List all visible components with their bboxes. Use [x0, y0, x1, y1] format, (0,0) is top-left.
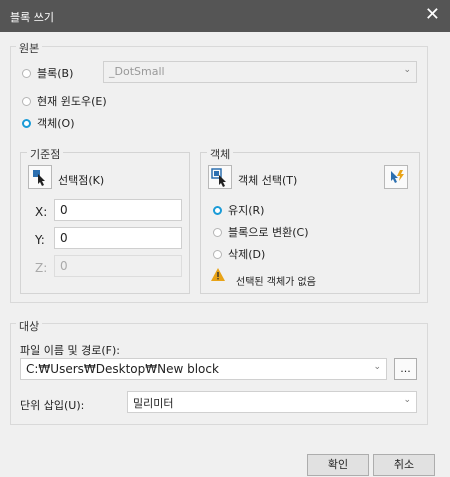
- browse-button[interactable]: ...: [394, 358, 417, 380]
- y-label: Y:: [35, 233, 45, 247]
- units-label: 단위 삽입(U):: [20, 399, 85, 412]
- file-path-label: 파일 이름 및 경로(F):: [20, 344, 120, 357]
- radio-objects[interactable]: 객체(O): [22, 115, 74, 131]
- radio-retain-label: 유지(R): [228, 204, 265, 217]
- radio-convert-to-block[interactable]: 블록으로 변환(C): [213, 224, 308, 240]
- title-bar: 블록 쓰기 ✕: [0, 0, 450, 32]
- block-name-value: _DotSmall: [109, 65, 165, 78]
- radio-current-window-indicator[interactable]: [22, 96, 31, 106]
- objects-legend: 객체: [207, 146, 234, 162]
- radio-current-window[interactable]: 현재 윈도우(E): [22, 93, 107, 109]
- radio-convert-label: 블록으로 변환(C): [228, 226, 309, 239]
- warning-icon: [211, 268, 225, 281]
- z-label: Z:: [35, 261, 48, 275]
- quick-select-button[interactable]: [384, 165, 408, 189]
- close-icon[interactable]: ✕: [425, 5, 440, 25]
- file-path-value[interactable]: C:₩Users₩Desktop₩New block: [26, 362, 219, 376]
- radio-delete-label: 삭제(D): [228, 248, 266, 261]
- select-objects-icon: [211, 168, 226, 187]
- no-selection-warning: 선택된 객체가 없음: [236, 277, 316, 288]
- radio-retain-indicator[interactable]: [213, 205, 222, 215]
- units-value: 밀리미터: [133, 397, 174, 410]
- units-select[interactable]: 밀리미터 ⌄: [127, 391, 417, 413]
- ok-button[interactable]: 확인: [307, 454, 369, 476]
- x-input[interactable]: 0: [54, 199, 182, 221]
- radio-block-indicator[interactable]: [22, 68, 31, 78]
- radio-delete[interactable]: 삭제(D): [213, 246, 265, 262]
- radio-objects-indicator[interactable]: [22, 118, 31, 128]
- basepoint-legend: 기준점: [27, 146, 64, 162]
- chevron-down-icon: ⌄: [403, 65, 411, 75]
- file-path-combo[interactable]: C:₩Users₩Desktop₩New block ⌄: [20, 358, 387, 380]
- pick-point-label: 선택점(K): [58, 174, 105, 187]
- radio-block[interactable]: 블록(B): [22, 65, 73, 81]
- radio-current-window-label: 현재 윈도우(E): [37, 95, 107, 108]
- chevron-down-icon[interactable]: ⌄: [403, 395, 411, 405]
- cancel-button[interactable]: 취소: [373, 454, 435, 476]
- radio-block-label: 블록(B): [37, 67, 74, 80]
- radio-convert-indicator[interactable]: [213, 227, 222, 237]
- source-legend: 원본: [16, 40, 43, 56]
- destination-legend: 대상: [16, 318, 43, 334]
- chevron-down-icon[interactable]: ⌄: [373, 362, 381, 372]
- block-name-select: _DotSmall ⌄: [103, 61, 417, 83]
- window-title: 블록 쓰기: [10, 11, 54, 24]
- select-objects-button[interactable]: [208, 165, 232, 189]
- radio-delete-indicator[interactable]: [213, 249, 222, 259]
- radio-retain[interactable]: 유지(R): [213, 202, 264, 218]
- z-input: 0: [54, 255, 182, 277]
- x-label: X:: [35, 205, 48, 219]
- select-objects-label: 객체 선택(T): [238, 174, 298, 187]
- pick-point-icon: [33, 170, 45, 186]
- radio-objects-label: 객체(O): [37, 117, 75, 130]
- y-input[interactable]: 0: [54, 227, 182, 249]
- pick-point-button[interactable]: [28, 165, 52, 189]
- quick-select-icon: [391, 170, 404, 183]
